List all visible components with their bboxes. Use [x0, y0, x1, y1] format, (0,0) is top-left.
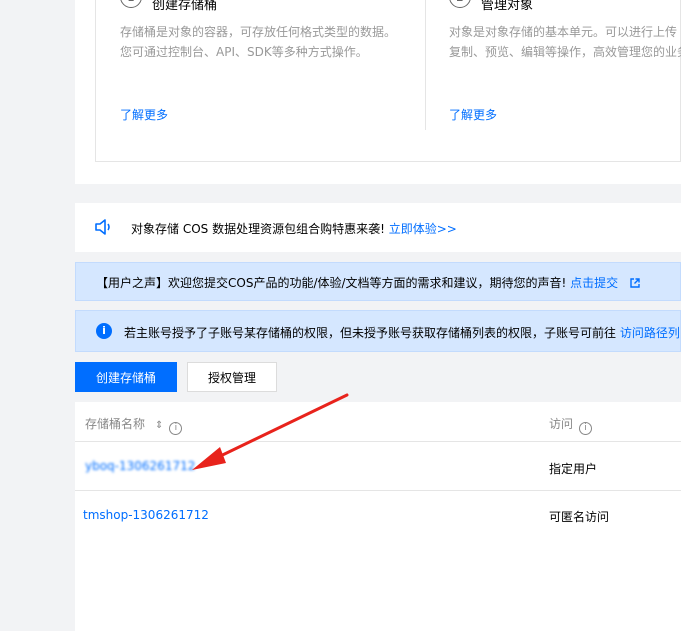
- feedback-banner: 【用户之声】欢迎您提交COS产品的功能/体验/文档等方面的需求和建议，期待您的声…: [75, 262, 681, 301]
- help-icon[interactable]: i: [579, 422, 593, 435]
- step-number-1: 1: [120, 0, 142, 8]
- bucket-access: 可匿名访问: [549, 510, 610, 524]
- authorization-management-button[interactable]: 授权管理: [187, 362, 277, 392]
- announcement-bar: 对象存储 COS 数据处理资源包组合购特惠来袭! 立即体验>>: [75, 203, 681, 252]
- intro-section: 1 创建存储桶 存储桶是对象的容器，可存放任何格式类型的数据。 您可通过控制台、…: [75, 0, 681, 184]
- step-desc-1: 存储桶是对象的容器，可存放任何格式类型的数据。 您可通过控制台、API、SDK等…: [120, 22, 396, 62]
- bucket-table: 存储桶名称 ⇕ i 访问 i yboq-1306261712 指定用户 tmshop-…: [75, 402, 681, 631]
- step-desc-2: 对象是对象存储的基本单元。可以进行上传 复制、预览、编辑等操作，高效管理您的业务: [449, 22, 681, 62]
- table-row: yboq-1306261712 指定用户: [75, 443, 681, 491]
- feedback-text-container: 【用户之声】欢迎您提交COS产品的功能/体验/文档等方面的需求和建议，期待您的声…: [96, 274, 640, 291]
- column-header-access: 访问 i: [549, 415, 593, 435]
- column-header-name-label: 存储桶名称: [85, 417, 146, 431]
- getting-started-card: 1 创建存储桶 存储桶是对象的容器，可存放任何格式类型的数据。 您可通过控制台、…: [95, 0, 681, 162]
- info-icon: i: [96, 323, 112, 339]
- create-bucket-button[interactable]: 创建存储桶: [75, 362, 177, 392]
- info-text: 若主账号授予了子账号某存储桶的权限，但未授予账号获取存储桶列表的权限，子账号可前…: [124, 326, 617, 340]
- column-header-name[interactable]: 存储桶名称 ⇕ i: [85, 415, 183, 435]
- access-path-link[interactable]: 访问路径列: [620, 326, 680, 340]
- step-desc-1-line1: 存储桶是对象的容器，可存放任何格式类型的数据。: [120, 25, 397, 39]
- step-title-2: 管理对象: [481, 0, 534, 13]
- step-desc-2-line2: 复制、预览、编辑等操作，高效管理您的业务: [449, 45, 681, 59]
- bucket-access: 指定用户: [549, 462, 598, 476]
- step-desc-1-line2: 您可通过控制台、API、SDK等多种方式操作。: [120, 45, 368, 59]
- speaker-icon: [95, 219, 110, 235]
- submit-feedback-link[interactable]: 点击提交: [570, 276, 618, 290]
- announcement-text-container: 对象存储 COS 数据处理资源包组合购特惠来袭! 立即体验>>: [131, 220, 457, 237]
- try-now-link[interactable]: 立即体验>>: [389, 222, 457, 236]
- info-banner: i 若主账号授予了子账号某存储桶的权限，但未授予账号获取存储桶列表的权限，子账号…: [75, 310, 681, 352]
- feedback-text: 【用户之声】欢迎您提交COS产品的功能/体验/文档等方面的需求和建议，期待您的声…: [96, 276, 567, 290]
- announcement-text: 对象存储 COS 数据处理资源包组合购特惠来袭!: [131, 222, 385, 236]
- help-icon[interactable]: i: [169, 422, 183, 435]
- step-title-1: 创建存储桶: [152, 0, 218, 13]
- step-number-2: 2: [449, 0, 471, 8]
- info-text-container: 若主账号授予了子账号某存储桶的权限，但未授予账号获取存储桶列表的权限，子账号可前…: [124, 324, 680, 341]
- table-header: 存储桶名称 ⇕ i 访问 i: [75, 402, 681, 442]
- sort-icon[interactable]: ⇕: [155, 420, 163, 431]
- column-header-access-label: 访问: [549, 417, 574, 431]
- step-divider: [425, 0, 426, 130]
- step-desc-2-line1: 对象是对象存储的基本单元。可以进行上传: [449, 25, 678, 39]
- learn-more-link-2[interactable]: 了解更多: [449, 106, 497, 123]
- bucket-name-link[interactable]: yboq-1306261712: [85, 459, 195, 473]
- bucket-name-link[interactable]: tmshop-1306261712: [83, 508, 209, 522]
- external-link-icon[interactable]: [630, 278, 640, 288]
- table-row: tmshop-1306261712 可匿名访问: [75, 491, 681, 539]
- learn-more-link-1[interactable]: 了解更多: [120, 106, 168, 123]
